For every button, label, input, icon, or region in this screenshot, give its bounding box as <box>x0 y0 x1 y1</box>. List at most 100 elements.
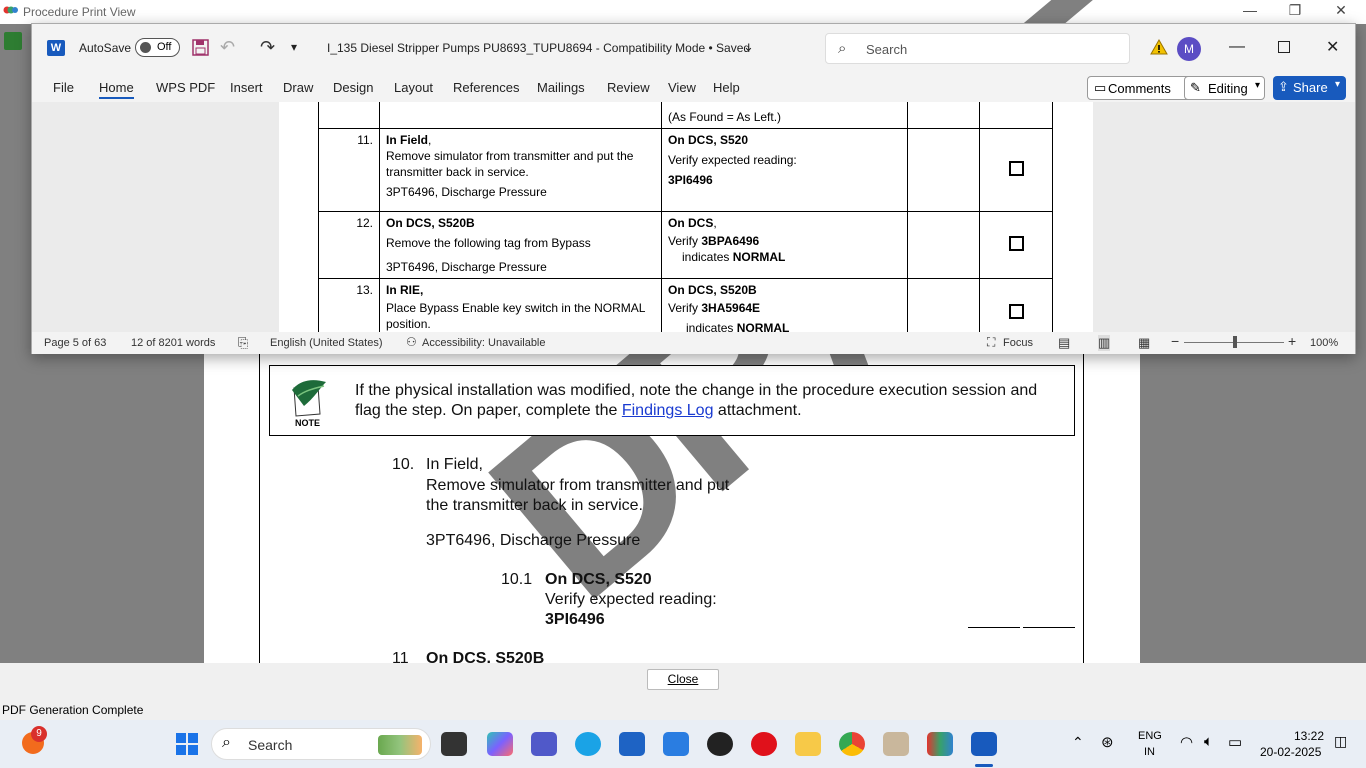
autosave-state: Off <box>157 41 172 53</box>
menu-help[interactable]: Help <box>713 80 740 95</box>
findings-log-link[interactable]: Findings Log <box>622 402 714 419</box>
focus-button[interactable]: Focus <box>1003 337 1033 349</box>
web-layout-icon[interactable]: ▦ <box>1138 335 1150 351</box>
proofing-icon[interactable]: ⎘ <box>238 335 248 351</box>
menu-draw[interactable]: Draw <box>283 80 313 95</box>
table-cell: In RIE, Place Bypass Enable key switch in… <box>379 278 662 332</box>
zoom-level[interactable]: 100% <box>1310 337 1338 349</box>
search-input[interactable]: ⌕ Search <box>825 33 1130 64</box>
wifi-icon[interactable]: ◠ <box>1180 733 1193 751</box>
step-10-number: 10. <box>392 456 415 473</box>
print-layout-icon[interactable]: ▥ <box>1098 335 1111 351</box>
language-line2[interactable]: IN <box>1144 746 1155 758</box>
cell-text: Place Bypass Enable key switch in the NO… <box>386 301 646 331</box>
checkbox[interactable] <box>1008 235 1024 251</box>
menu-review[interactable]: Review <box>607 80 650 95</box>
table-row: 13. In RIE, Place Bypass Enable key switc… <box>318 278 1053 332</box>
checkbox[interactable] <box>1008 160 1024 176</box>
maximize-button[interactable]: ❐ <box>1280 2 1310 19</box>
menu-wps-pdf[interactable]: WPS PDF <box>156 80 215 95</box>
read-mode-icon[interactable]: ▤ <box>1058 335 1070 351</box>
menu-layout[interactable]: Layout <box>394 80 433 95</box>
battery-icon[interactable]: ▭ <box>1228 733 1242 751</box>
clock-time[interactable]: 13:22 <box>1294 729 1324 743</box>
customize-toolbar-icon[interactable]: ▾ <box>291 40 297 54</box>
undo-icon[interactable]: ↶ <box>220 37 235 58</box>
zoom-out-button[interactable]: − <box>1171 333 1179 349</box>
word-taskbar-icon[interactable] <box>971 732 997 756</box>
tray-chevron-up-icon[interactable]: ⌃ <box>1072 734 1084 751</box>
menu-mailings[interactable]: Mailings <box>537 80 585 95</box>
step-10-line1: In Field, <box>426 456 483 473</box>
menu-references[interactable]: References <box>453 80 519 95</box>
print-view-app-icon[interactable] <box>927 732 953 756</box>
app-logo-icon <box>3 6 18 14</box>
warning-icon[interactable] <box>1150 39 1168 55</box>
copilot-icon[interactable] <box>487 732 513 756</box>
word-count[interactable]: 12 of 8201 words <box>131 337 215 349</box>
minimize-button[interactable]: — <box>1235 2 1265 18</box>
word-minimize-button[interactable]: — <box>1229 38 1245 56</box>
redo-icon[interactable]: ↷ <box>260 37 275 58</box>
menu-home[interactable]: Home <box>99 80 134 95</box>
file-explorer-icon[interactable] <box>795 732 821 756</box>
table-cell: On DCS, S520 Verify expected reading: 3PI6… <box>661 128 908 212</box>
language-line1[interactable]: ENG <box>1138 730 1162 742</box>
chrome-icon[interactable] <box>839 732 865 756</box>
zoom-slider-thumb[interactable] <box>1233 336 1237 348</box>
note-box: NOTE If the physical installation was mo… <box>269 365 1075 436</box>
task-view-icon[interactable] <box>441 732 467 756</box>
page-count[interactable]: Page 5 of 63 <box>44 337 106 349</box>
cell-bold: 3BPA6496 <box>701 234 760 248</box>
edge-icon[interactable] <box>575 732 601 756</box>
close-window-button[interactable]: ✕ <box>1326 2 1356 19</box>
start-icon[interactable] <box>176 733 198 755</box>
cell-text: , <box>428 133 432 147</box>
editing-button[interactable]: ✎ Editing ▾ <box>1184 76 1265 100</box>
volume-icon[interactable]: 🔈︎ <box>1204 733 1213 750</box>
accessibility-status[interactable]: Accessibility: Unavailable <box>422 337 546 349</box>
power-automate-icon[interactable] <box>663 732 689 756</box>
procedure-app-icon[interactable] <box>883 732 909 756</box>
table-cell <box>907 278 980 332</box>
table-cell: On DCS, S520B Verify 3HA5964E indicates NO… <box>661 278 908 332</box>
chevron-down-icon: ▾ <box>1335 79 1341 90</box>
note-label: NOTE <box>295 418 321 428</box>
autosave-toggle[interactable]: Off <box>135 38 180 57</box>
cell-text: 3PT6496, Discharge Pressure <box>386 260 547 274</box>
word-window: W AutoSave Off ↶ ↷ ▾ I_135 Diesel Stripp… <box>31 23 1356 354</box>
comments-label: Comments <box>1108 81 1171 96</box>
document-title[interactable]: I_135 Diesel Stripper Pumps PU8693_TUPU8… <box>327 41 750 55</box>
editing-label: Editing <box>1208 81 1248 96</box>
step-number: 12. <box>318 211 380 279</box>
focus-icon: ⛶ <box>987 335 996 349</box>
menu-file[interactable]: File <box>53 80 74 95</box>
avatar[interactable]: M <box>1177 37 1201 61</box>
save-icon[interactable] <box>192 39 209 56</box>
language[interactable]: English (United States) <box>270 337 383 349</box>
search-highlight-icon <box>378 735 422 755</box>
opera-icon[interactable] <box>751 732 777 756</box>
step-10-line2: Remove simulator from transmitter and pu… <box>426 477 730 494</box>
menu-insert[interactable]: Insert <box>230 80 263 95</box>
document-canvas[interactable]: (As Found = As Left.) 11. In Field, Remov… <box>32 102 1355 332</box>
cell-bold: In RIE, <box>386 283 424 297</box>
checkbox[interactable] <box>1008 304 1024 319</box>
store-icon[interactable] <box>619 732 645 756</box>
teams-icon[interactable] <box>531 732 557 756</box>
taskbar-search[interactable]: ⌕ Search <box>211 728 431 760</box>
share-button[interactable]: ⇪ Share ▾ <box>1273 76 1346 100</box>
close-button[interactable]: Close <box>647 669 719 690</box>
title-chevron-down-icon[interactable]: ⌄ <box>743 39 754 55</box>
cell-bold: 3PI6496 <box>668 173 713 187</box>
word-close-button[interactable]: ✕ <box>1326 37 1339 57</box>
cell-text: Verify expected reading: <box>668 153 797 167</box>
dell-icon[interactable] <box>707 732 733 756</box>
clock-date[interactable]: 20-02-2025 <box>1260 745 1321 759</box>
menu-design[interactable]: Design <box>333 80 373 95</box>
network-status-icon[interactable]: ⊛ <box>1101 733 1114 751</box>
menu-view[interactable]: View <box>668 80 696 95</box>
zoom-in-button[interactable]: + <box>1288 333 1296 349</box>
word-maximize-button[interactable] <box>1278 41 1290 53</box>
notifications-icon[interactable]: ◫ <box>1334 733 1347 750</box>
